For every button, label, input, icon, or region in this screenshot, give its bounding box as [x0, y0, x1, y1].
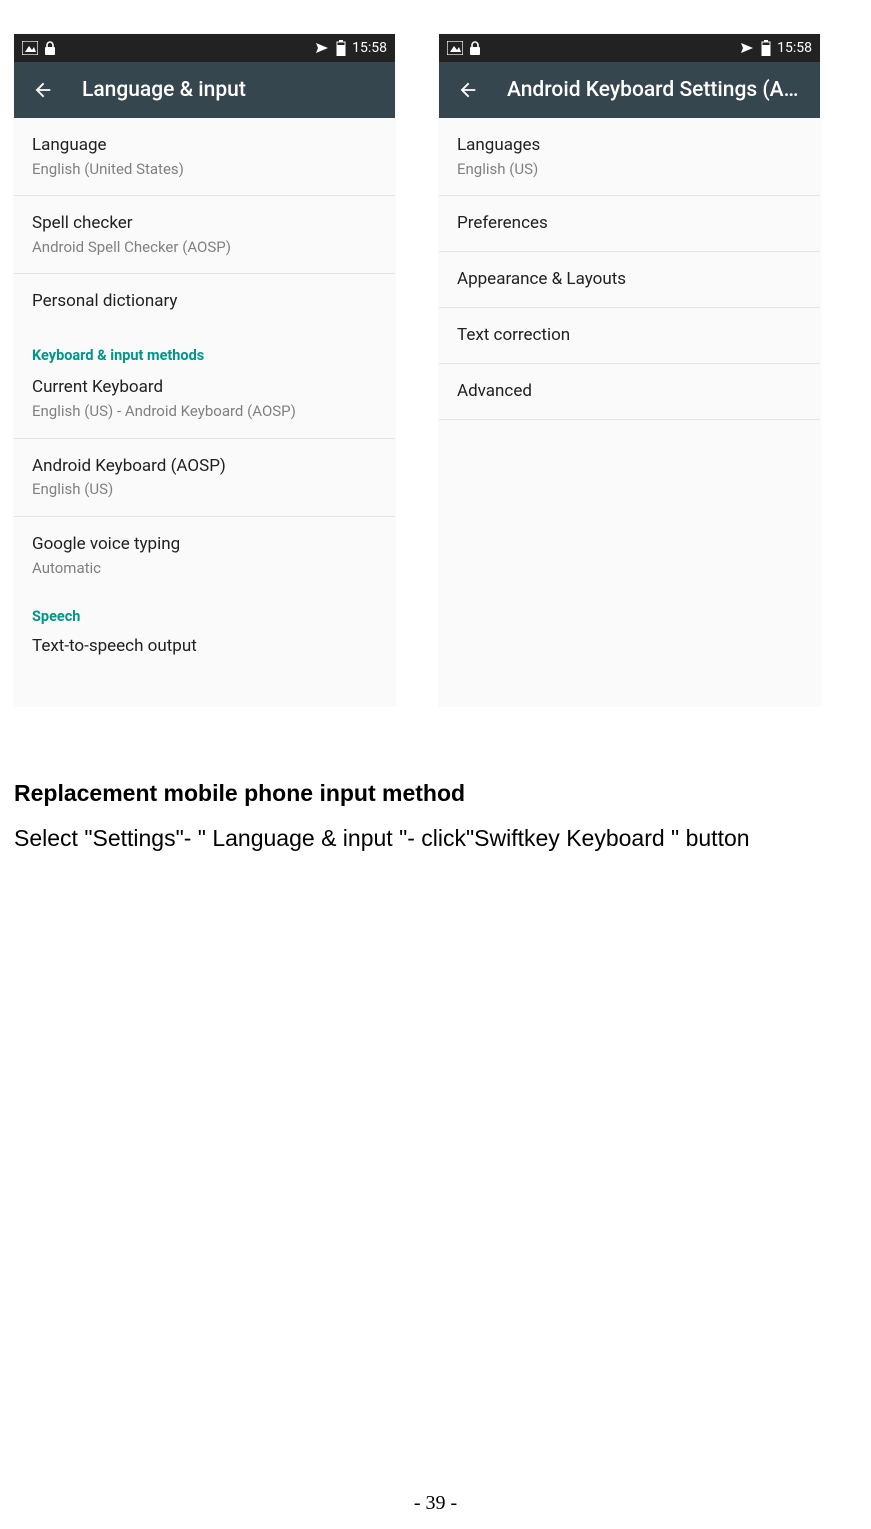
status-left — [22, 41, 56, 56]
list-item-title: Language — [32, 134, 377, 157]
document-text: Replacement mobile phone input method Se… — [14, 706, 857, 856]
phone-screenshot-left: 15:58 Language & input Language English … — [14, 34, 395, 706]
status-right: 15:58 — [314, 40, 387, 56]
back-icon[interactable] — [457, 79, 479, 101]
status-bar: 15:58 — [439, 34, 820, 62]
list-item-current-keyboard[interactable]: Current Keyboard English (US) - Android … — [14, 366, 395, 438]
list-item-android-keyboard[interactable]: Android Keyboard (AOSP) English (US) — [14, 439, 395, 517]
list-item-subtitle: Automatic — [32, 558, 377, 578]
image-icon — [22, 41, 38, 55]
section-header-keyboard: Keyboard & input methods — [14, 329, 395, 366]
list-item-title: Text correction — [457, 324, 802, 347]
list-item-appearance[interactable]: Appearance & Layouts — [439, 252, 820, 308]
status-time: 15:58 — [352, 40, 387, 56]
list-item-google-voice-typing[interactable]: Google voice typing Automatic — [14, 517, 395, 594]
list-item-title: Personal dictionary — [32, 290, 377, 313]
list-item-subtitle: Android Spell Checker (AOSP) — [32, 237, 377, 257]
doc-body: Select "Settings"- " Language & input "-… — [14, 821, 857, 856]
list-item-preferences[interactable]: Preferences — [439, 196, 820, 252]
app-bar: Android Keyboard Settings (A… — [439, 62, 820, 118]
list-item-subtitle: English (US) — [32, 479, 377, 499]
list-item-subtitle: English (US) — [457, 159, 802, 179]
doc-heading: Replacement mobile phone input method — [14, 780, 857, 807]
list-item-title: Advanced — [457, 380, 802, 403]
battery-icon — [761, 40, 771, 56]
status-bar: 15:58 — [14, 34, 395, 62]
app-bar-title: Language & input — [82, 78, 377, 102]
phone-screenshot-right: 15:58 Android Keyboard Settings (A… Lang… — [439, 34, 820, 706]
list-item-title: Text-to-speech output — [32, 635, 377, 658]
airplane-icon — [314, 40, 330, 56]
lock-icon — [44, 41, 56, 56]
screenshots-row: 15:58 Language & input Language English … — [14, 34, 857, 706]
list-item-tts[interactable]: Text-to-speech output — [14, 625, 395, 680]
list-item-subtitle: English (US) - Android Keyboard (AOSP) — [32, 401, 377, 421]
settings-list: Language English (United States) Spell c… — [14, 118, 395, 706]
list-item-languages[interactable]: Languages English (US) — [439, 118, 820, 196]
status-right: 15:58 — [739, 40, 812, 56]
list-item-subtitle: English (United States) — [32, 159, 377, 179]
list-item-title: Languages — [457, 134, 802, 157]
page-number: - 39 - — [0, 1492, 871, 1515]
list-item-advanced[interactable]: Advanced — [439, 364, 820, 420]
section-header-speech: Speech — [14, 594, 395, 625]
list-item-personal-dictionary[interactable]: Personal dictionary — [14, 274, 395, 329]
lock-icon — [469, 41, 481, 56]
list-item-title: Google voice typing — [32, 533, 377, 556]
list-item-spell-checker[interactable]: Spell checker Android Spell Checker (AOS… — [14, 196, 395, 274]
app-bar: Language & input — [14, 62, 395, 118]
battery-icon — [336, 40, 346, 56]
list-item-title: Preferences — [457, 212, 802, 235]
settings-list: Languages English (US) Preferences Appea… — [439, 118, 820, 706]
list-item-title: Appearance & Layouts — [457, 268, 802, 291]
back-icon[interactable] — [32, 79, 54, 101]
list-item-title: Spell checker — [32, 212, 377, 235]
list-item-text-correction[interactable]: Text correction — [439, 308, 820, 364]
image-icon — [447, 41, 463, 55]
app-bar-title: Android Keyboard Settings (A… — [507, 78, 802, 102]
document-page: 15:58 Language & input Language English … — [0, 0, 871, 856]
list-item-title: Android Keyboard (AOSP) — [32, 455, 377, 478]
airplane-icon — [739, 40, 755, 56]
list-item-language[interactable]: Language English (United States) — [14, 118, 395, 196]
list-item-title: Current Keyboard — [32, 376, 377, 399]
status-left — [447, 41, 481, 56]
status-time: 15:58 — [777, 40, 812, 56]
